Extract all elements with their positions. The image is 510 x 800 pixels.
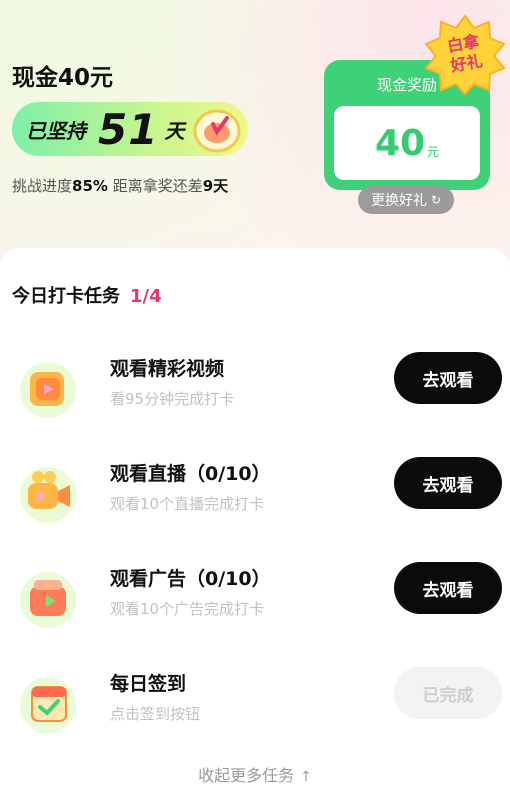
arrow-up-icon: ↑ — [300, 769, 312, 785]
reward-amount: 40 — [374, 122, 426, 164]
task-desc: 点击签到按钮 — [110, 705, 201, 723]
go-watch-button[interactable]: 去观看 — [394, 457, 502, 509]
progress-summary: 挑战进度85% 距离拿奖还差9天 — [12, 175, 228, 196]
task-desc: 观看10个广告完成打卡 — [110, 600, 265, 618]
progress-value: 85% — [72, 177, 108, 195]
collapse-label: 收起更多任务 — [198, 766, 295, 785]
go-watch-button[interactable]: 去观看 — [394, 352, 502, 404]
task-section-title: 今日打卡任务 — [12, 286, 120, 307]
refresh-icon: ↻ — [430, 193, 442, 207]
task-section-header: 今日打卡任务 1/4 — [12, 282, 162, 308]
progress-label: 挑战进度 — [12, 177, 73, 195]
task-name: 观看直播（0/10） — [110, 463, 271, 485]
clock-icon — [188, 102, 246, 156]
page-title: 现金40元 — [12, 65, 114, 91]
reward-amount-box: 40 元 — [334, 106, 480, 180]
task-desc: 观看10个直播完成打卡 — [110, 495, 265, 513]
remaining-value: 9天 — [202, 177, 229, 195]
task-name: 每日签到 — [110, 673, 187, 695]
task-item: 观看广告（0/10） 观看10个广告完成打卡 去观看 — [0, 560, 510, 656]
streak-days: 51 — [98, 104, 159, 154]
free-gift-badge: 白拿 好礼 — [424, 14, 506, 96]
video-icon — [16, 356, 80, 420]
completed-button: 已完成 — [394, 667, 502, 719]
live-camera-icon — [16, 461, 80, 525]
task-desc: 看95分钟完成打卡 — [110, 390, 235, 408]
streak-prefix: 已坚持 — [26, 118, 86, 143]
task-name: 观看精彩视频 — [110, 358, 225, 380]
task-item: 每日签到 点击签到按钮 已完成 — [0, 665, 510, 761]
go-watch-button[interactable]: 去观看 — [394, 562, 502, 614]
ad-icon — [16, 566, 80, 630]
task-item: 观看精彩视频 看95分钟完成打卡 去观看 — [0, 350, 510, 446]
remaining-label: 距离拿奖还差 — [112, 177, 203, 195]
reward-unit: 元 — [427, 144, 440, 159]
task-name: 观看广告（0/10） — [110, 568, 271, 590]
swap-gift-label: 更换好礼 — [370, 193, 427, 209]
calendar-check-icon — [16, 671, 80, 735]
task-count: 1/4 — [130, 286, 162, 307]
streak-suffix: 天 — [164, 118, 185, 143]
collapse-tasks-link[interactable]: 收起更多任务 ↑ — [0, 762, 510, 786]
task-item: 观看直播（0/10） 观看10个直播完成打卡 去观看 — [0, 455, 510, 551]
swap-gift-button[interactable]: 更换好礼 ↻ — [358, 186, 454, 214]
